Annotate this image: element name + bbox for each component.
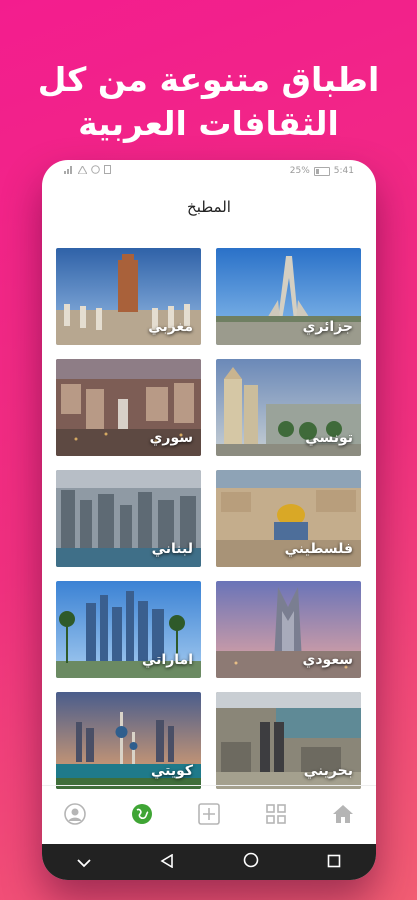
cuisine-grid: مغربي جزائري سوري تونسي لبناني فلسطيني ا…: [56, 248, 362, 789]
cuisine-card-bahraini[interactable]: بحريني: [216, 692, 361, 789]
nav-add[interactable]: [189, 796, 229, 836]
headline-line-2: الثقافات العربية: [78, 104, 339, 143]
chevron-down-icon: [77, 853, 91, 872]
cuisine-label: اماراتي: [141, 652, 193, 668]
clock-time: 5:41: [333, 166, 354, 176]
back-triangle-icon: [160, 853, 174, 872]
cuisine-label: سوري: [149, 430, 193, 446]
system-navigation-bar: [42, 844, 376, 880]
bottom-navigation: [42, 785, 376, 846]
cuisine-label: سعودي: [302, 652, 353, 668]
cuisine-card-kuwaiti[interactable]: كويتي: [56, 692, 201, 789]
cuisine-card-lebanese[interactable]: لبناني: [56, 470, 201, 567]
recent-apps-button[interactable]: [314, 847, 354, 877]
battery-percent: 25%: [289, 166, 310, 176]
battery-icon: [313, 166, 330, 176]
cuisine-label: بحريني: [303, 763, 353, 779]
cuisine-label: لبناني: [151, 541, 193, 557]
grid-icon: [265, 803, 287, 829]
cuisine-label: جزائري: [302, 319, 353, 335]
nav-explore[interactable]: [122, 796, 162, 836]
cuisine-card-palestinian[interactable]: فلسطيني: [216, 470, 361, 567]
back-button[interactable]: [147, 847, 187, 877]
nav-collapse-button[interactable]: [64, 847, 104, 877]
phone-frame: 25% 5:41 المطبخ مغربي جزائري سوري تونسي …: [42, 160, 376, 880]
cuisine-label: تونسي: [305, 430, 353, 446]
home-icon: [332, 803, 354, 829]
user-icon: [64, 803, 87, 829]
cuisine-label: مغربي: [148, 319, 193, 335]
alarm-icon: [91, 165, 100, 177]
square-icon: [327, 853, 341, 872]
status-bar: 25% 5:41: [42, 160, 376, 182]
home-circle-icon: [243, 852, 259, 872]
home-system-button[interactable]: [231, 847, 271, 877]
plus-icon: [198, 803, 220, 829]
cuisine-card-emirati[interactable]: اماراتي: [56, 581, 201, 678]
nav-profile[interactable]: [55, 796, 95, 836]
promo-headline: اطباق متنوعة من كل الثقافات العربية: [0, 58, 417, 146]
cuisine-label: فلسطيني: [284, 541, 353, 557]
cuisine-card-saudi[interactable]: سعودي: [216, 581, 361, 678]
cuisine-card-syrian[interactable]: سوري: [56, 359, 201, 456]
cuisine-card-tunisian[interactable]: تونسي: [216, 359, 361, 456]
nav-home[interactable]: [323, 796, 363, 836]
nav-categories[interactable]: [256, 796, 296, 836]
signal-icon: [64, 165, 74, 177]
cuisine-label: كويتي: [150, 763, 193, 779]
screen-title: المطبخ: [187, 198, 231, 216]
globe-icon: [131, 803, 153, 829]
headline-line-1: اطباق متنوعة من كل: [37, 60, 380, 99]
warning-icon: [77, 164, 88, 177]
sim-icon: [104, 165, 111, 177]
cuisine-card-algerian[interactable]: جزائري: [216, 248, 361, 345]
cuisine-card-moroccan[interactable]: مغربي: [56, 248, 201, 345]
